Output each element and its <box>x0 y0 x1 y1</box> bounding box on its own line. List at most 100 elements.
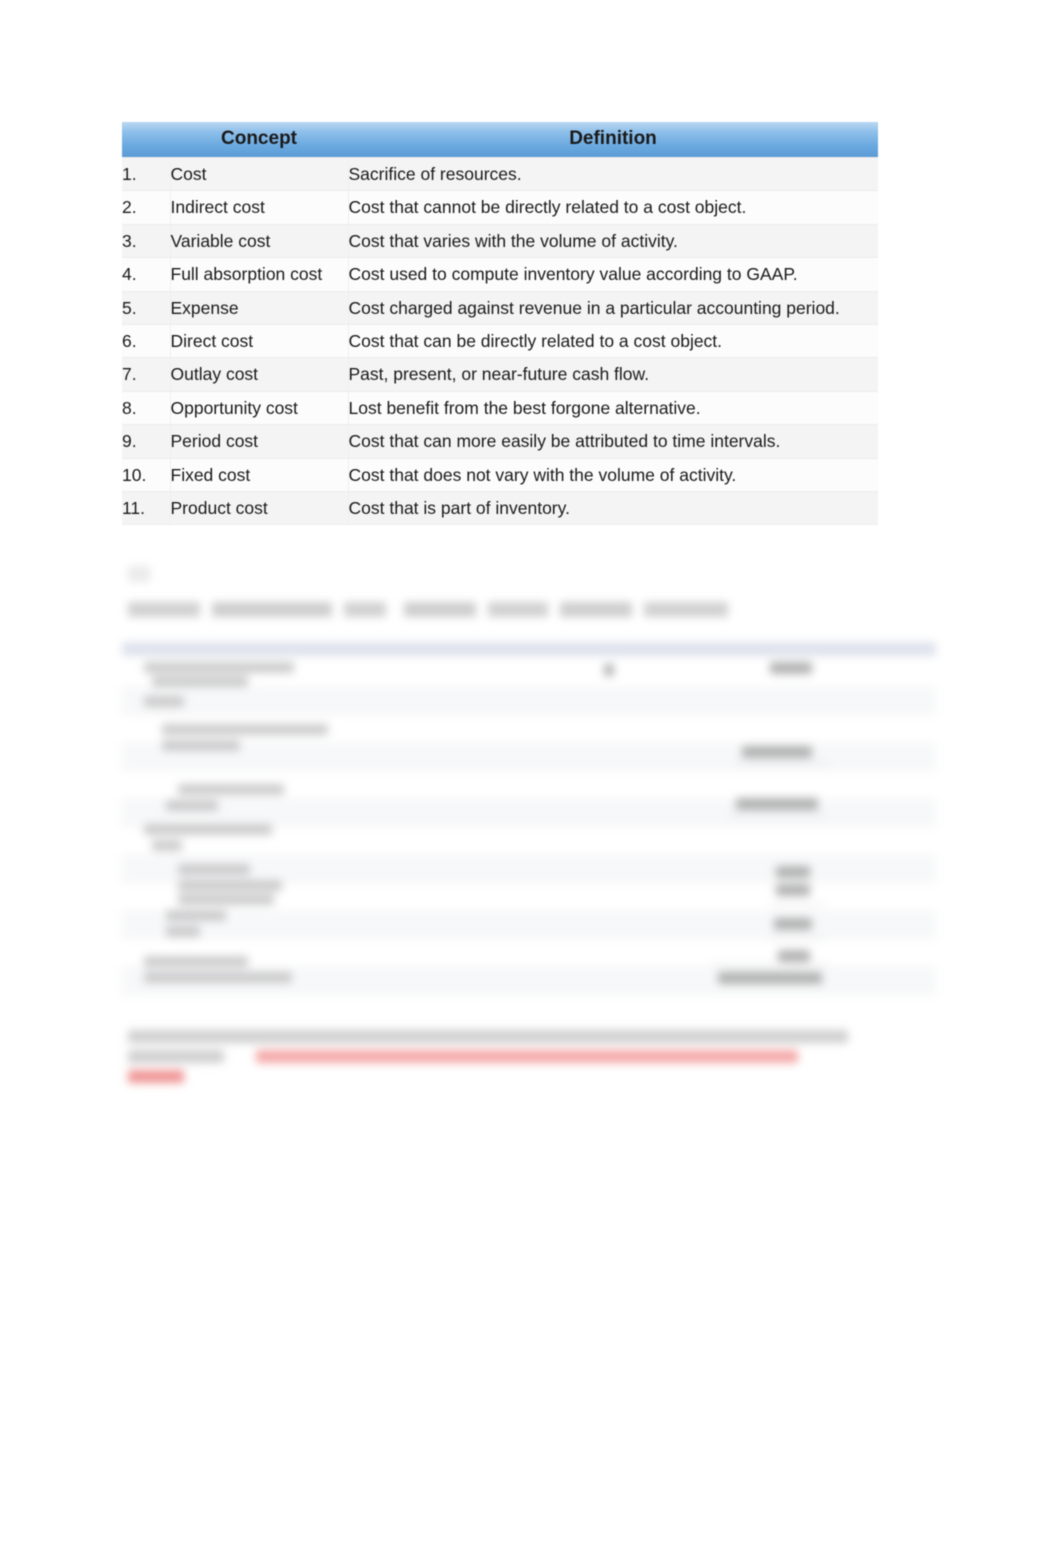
amount-value <box>776 884 810 896</box>
closing-paragraph <box>128 1030 868 1092</box>
row-label <box>178 864 250 875</box>
row-number: 7. <box>122 357 171 392</box>
question-number-marker <box>128 566 150 582</box>
table-row: 8. Opportunity cost Lost benefit from th… <box>122 390 878 426</box>
row-number: 5. <box>122 290 171 325</box>
cost-concepts-matching-table: Concept Definition 1. Cost Sacrifice of … <box>122 122 878 526</box>
row-definition: Cost that varies with the volume of acti… <box>348 223 878 259</box>
table-row: 2. Indirect cost Cost that cannot be dir… <box>122 190 878 225</box>
row-concept: Outlay cost <box>170 357 349 392</box>
highlighted-text <box>128 1070 184 1083</box>
table-row: 4. Full absorption cost Cost used to com… <box>122 257 878 292</box>
row-label <box>162 740 240 751</box>
table-row: 9. Period cost Cost that can more easily… <box>122 424 878 459</box>
header-concept-column: Concept <box>170 122 348 158</box>
row-number: 3. <box>122 223 171 259</box>
table-row: 7. Outlay cost Past, present, or near-fu… <box>122 357 878 392</box>
row-concept: Direct cost <box>170 323 349 359</box>
row-label <box>166 910 226 921</box>
table-row <box>122 798 936 827</box>
row-number: 8. <box>122 390 171 426</box>
row-definition: Lost benefit from the best forgone alter… <box>348 390 878 426</box>
row-concept: Fixed cost <box>170 457 349 492</box>
financial-table-header <box>122 642 936 656</box>
intro-paragraph <box>128 602 728 617</box>
highlighted-text <box>256 1050 798 1063</box>
table-row: 5. Expense Cost charged against revenue … <box>122 290 878 325</box>
paragraph-line <box>128 1030 848 1043</box>
table-row <box>122 658 936 687</box>
table-row <box>122 826 936 855</box>
table-row: 11. Product cost Cost that is part of in… <box>122 490 878 526</box>
table-row <box>122 742 936 771</box>
total-rule <box>712 964 828 965</box>
table-row <box>122 770 936 799</box>
row-label <box>144 662 294 673</box>
table-row: 10. Fixed cost Cost that does not vary w… <box>122 457 878 492</box>
row-definition: Sacrifice of resources. <box>348 156 878 192</box>
row-label <box>144 824 272 835</box>
row-label <box>152 676 248 687</box>
row-concept: Full absorption cost <box>170 257 349 292</box>
row-label <box>144 956 248 967</box>
table-row <box>122 910 936 939</box>
row-concept: Variable cost <box>170 223 349 259</box>
table-row <box>122 966 936 995</box>
row-label <box>178 784 284 795</box>
row-definition: Cost that cannot be directly related to … <box>348 190 878 225</box>
column-marker <box>604 664 614 676</box>
table-body: 1. Cost Sacrifice of resources. 2. Indir… <box>122 156 878 526</box>
subtotal-rule <box>734 762 830 763</box>
row-label <box>144 696 184 707</box>
row-number: 9. <box>122 424 171 459</box>
row-label <box>178 880 282 891</box>
table-row <box>122 854 936 883</box>
row-definition: Cost that does not vary with the volume … <box>348 457 878 492</box>
concept-table-container: Concept Definition 1. Cost Sacrifice of … <box>122 122 878 526</box>
row-number: 10. <box>122 457 171 492</box>
row-concept: Cost <box>170 156 349 192</box>
subtotal-rule <box>770 904 826 905</box>
amount-value <box>778 950 810 962</box>
row-definition: Past, present, or near-future cash flow. <box>348 357 878 392</box>
table-row: 6. Direct cost Cost that can be directly… <box>122 323 878 359</box>
row-concept: Opportunity cost <box>170 390 349 426</box>
table-row <box>122 686 936 715</box>
row-definition: Cost used to compute inventory value acc… <box>348 257 878 292</box>
table-row: 1. Cost Sacrifice of resources. <box>122 156 878 192</box>
row-definition: Cost charged against revenue in a partic… <box>348 290 878 325</box>
table-row <box>122 714 936 743</box>
row-concept: Expense <box>170 290 349 325</box>
row-concept: Indirect cost <box>170 190 349 225</box>
subtotal-rule <box>770 938 826 939</box>
row-number: 2. <box>122 190 171 225</box>
table-header-row: Concept Definition <box>122 122 878 158</box>
amount-value <box>776 866 810 878</box>
row-concept: Period cost <box>170 424 349 459</box>
row-definition: Cost that can be directly related to a c… <box>348 323 878 359</box>
amount-value <box>742 746 812 758</box>
row-number: 1. <box>122 156 171 192</box>
amount-value <box>774 918 812 930</box>
amount-total <box>718 972 822 984</box>
row-number: 6. <box>122 323 171 359</box>
row-label <box>166 926 200 937</box>
header-number-column <box>122 122 170 158</box>
table-row: 3. Variable cost Cost that varies with t… <box>122 223 878 259</box>
amount-value <box>770 662 812 674</box>
row-label <box>178 894 274 905</box>
financial-statement-table <box>122 642 936 1000</box>
paragraph-line <box>128 1050 224 1063</box>
row-label <box>144 972 292 983</box>
row-definition: Cost that can more easily be attributed … <box>348 424 878 459</box>
table-row <box>122 938 936 967</box>
row-label <box>166 800 218 811</box>
row-number: 11. <box>122 490 171 526</box>
row-number: 4. <box>122 257 171 292</box>
row-label <box>162 724 328 735</box>
header-definition-column: Definition <box>348 122 878 158</box>
table-row <box>122 882 936 911</box>
subtotal-rule <box>728 814 828 815</box>
row-definition: Cost that is part of inventory. <box>348 490 878 526</box>
row-label <box>152 840 182 851</box>
